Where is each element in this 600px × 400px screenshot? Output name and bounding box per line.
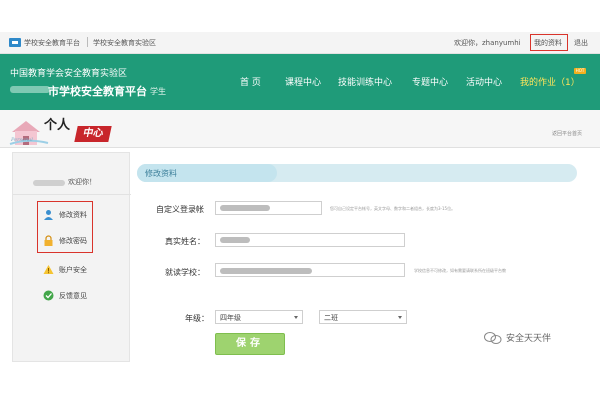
blurred-school-value <box>220 268 312 274</box>
blurred-name-value <box>220 237 250 243</box>
chevron-down-icon <box>398 316 402 319</box>
nav-my-homework[interactable]: 我的作业（1） <box>520 75 580 88</box>
back-home-link[interactable]: 返回平台首页 <box>552 130 582 137</box>
class-select-value: 二班 <box>324 314 338 322</box>
chevron-down-icon <box>294 316 298 319</box>
experiment-zone-link[interactable]: 学校安全教育实验区 <box>93 38 156 48</box>
nav-skills-training[interactable]: 技能训练中心 <box>338 75 392 88</box>
login-account-hint: 您可自己设定平台帐号，英文字母、数字和二者组合，长度为3-15位。 <box>330 206 456 211</box>
sidebar-highlight-box <box>37 201 93 253</box>
nav-topics[interactable]: 专题中心 <box>412 75 448 88</box>
login-account-label: 自定义登录帐 <box>156 205 204 214</box>
site-header: 中国教育学会安全教育实验区 市学校安全教育平台 学生 首 页 课程中心 技能训练… <box>0 54 600 110</box>
sidebar: 欢迎你！ 修改资料 修改密码 账户安全 反馈意见 <box>12 152 131 362</box>
grade-select[interactable]: 四年级 <box>215 310 303 324</box>
sidebar-welcome-text: 欢迎你！ <box>68 178 96 186</box>
top-utility-bar: 学校安全教育平台 学校安全教育实验区 欢迎你，zhanyumhi 我的资料 退出 <box>0 32 600 54</box>
school-input <box>215 263 405 277</box>
role-label: 学生 <box>150 87 166 96</box>
grade-select-value: 四年级 <box>220 314 241 322</box>
login-account-input[interactable] <box>215 201 322 215</box>
tab-edit-profile[interactable]: 修改资料 <box>137 164 277 182</box>
save-button[interactable]: 保存 <box>215 333 285 355</box>
center-red-label: 中心 <box>74 126 112 142</box>
personal-center-banner: Personal 个人 中心 返回平台首页 <box>0 110 600 148</box>
class-select[interactable]: 二班 <box>319 310 407 324</box>
real-name-label: 真实姓名： <box>165 237 205 246</box>
wechat-watermark-icon <box>484 332 502 344</box>
school-label: 就读学校： <box>165 268 205 277</box>
platform-link[interactable]: 学校安全教育平台 <box>24 38 80 48</box>
blurred-username <box>33 180 65 186</box>
blurred-account-value <box>220 205 270 211</box>
svg-text:Personal: Personal <box>10 137 33 143</box>
my-info-link[interactable]: 我的资料 <box>530 34 568 51</box>
grade-label: 年级： <box>185 314 209 323</box>
feedback-icon <box>43 290 54 301</box>
topbar-divider <box>87 37 88 47</box>
nav-home[interactable]: 首 页 <box>240 75 261 88</box>
watermark-text: 安全天天伴 <box>506 334 552 344</box>
logout-link[interactable]: 退出 <box>574 38 588 48</box>
school-hint: 学校信息不可修改，如有需要请联系所在班级平台教 <box>414 268 506 273</box>
warning-icon <box>43 265 54 274</box>
sidebar-welcome-row: 欢迎你！ <box>13 153 131 195</box>
org-name: 中国教育学会安全教育实验区 <box>10 69 128 79</box>
welcome-user-text: 欢迎你，zhanyumhi <box>454 39 521 47</box>
personal-title: 个人 <box>44 118 71 133</box>
nav-activities[interactable]: 活动中心 <box>466 75 502 88</box>
form-section-bar: 修改资料 <box>137 164 577 182</box>
blurred-city-name <box>10 86 50 93</box>
platform-logo-icon <box>9 38 21 47</box>
sidebar-item-feedback[interactable]: 反馈意见 <box>59 291 87 301</box>
real-name-input[interactable] <box>215 233 405 247</box>
nav-courses[interactable]: 课程中心 <box>285 75 321 88</box>
sidebar-item-account-security[interactable]: 账户安全 <box>59 265 87 275</box>
platform-name[interactable]: 市学校安全教育平台 <box>48 83 147 99</box>
hot-badge: HOT <box>574 68 586 74</box>
